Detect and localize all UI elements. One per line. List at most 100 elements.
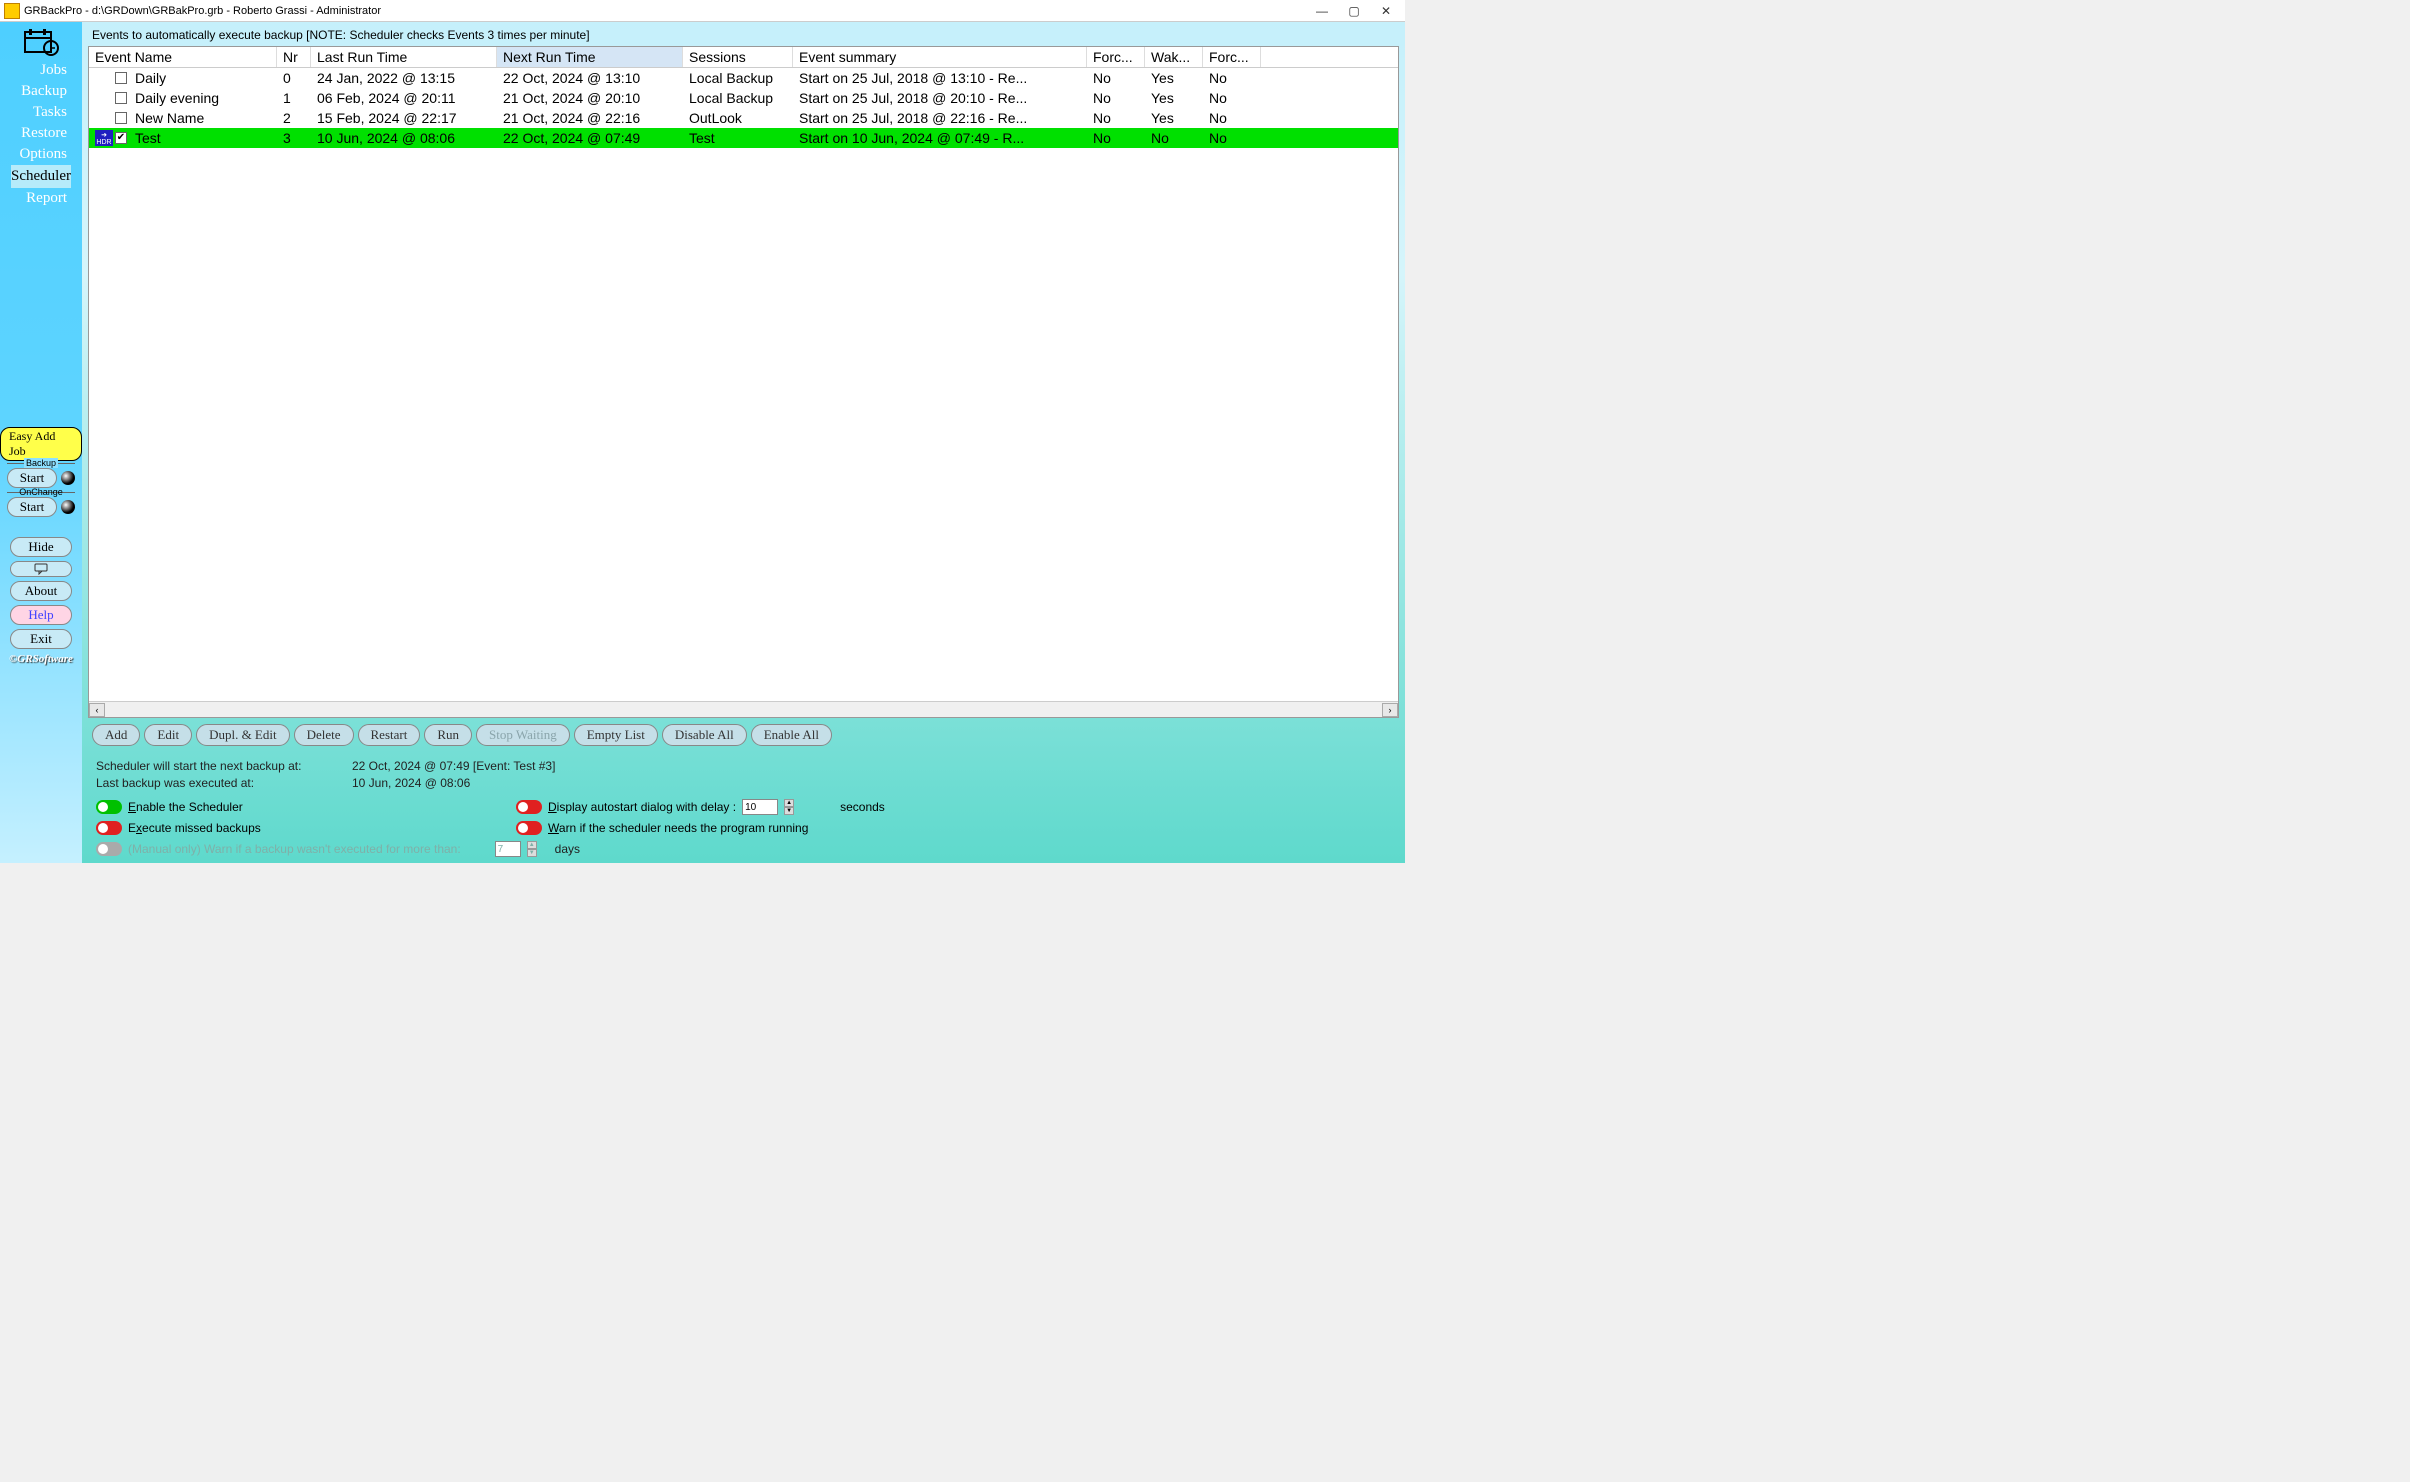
cell-nr: 3 xyxy=(277,130,311,146)
cell-forc1: No xyxy=(1087,70,1145,86)
empty-list-button[interactable]: Empty List xyxy=(574,724,658,746)
row-checkbox[interactable] xyxy=(115,72,127,84)
warn-running-toggle[interactable] xyxy=(516,821,542,835)
nav-options[interactable]: Options xyxy=(11,144,71,165)
cell-name: ➜HDR✔Test xyxy=(89,130,277,146)
exit-button[interactable]: Exit xyxy=(10,629,72,649)
days-down-button[interactable]: ▼ xyxy=(527,849,537,857)
warn-running-option[interactable]: Warn if the scheduler needs the program … xyxy=(516,821,1391,835)
stop-waiting-button[interactable]: Stop Waiting xyxy=(476,724,570,746)
col-sessions[interactable]: Sessions xyxy=(683,47,793,67)
warn-running-label: Warn if the scheduler needs the program … xyxy=(548,821,808,835)
row-checkbox[interactable] xyxy=(115,112,127,124)
cell-summary: Start on 25 Jul, 2018 @ 22:16 - Re... xyxy=(793,110,1087,126)
status-info: Scheduler will start the next backup at:… xyxy=(88,752,1399,797)
col-last-run[interactable]: Last Run Time xyxy=(311,47,497,67)
row-checkbox[interactable]: ✔ xyxy=(115,132,127,144)
easy-add-job-button[interactable]: Easy Add Job xyxy=(0,427,82,461)
help-button[interactable]: Help xyxy=(10,605,72,625)
col-event-name[interactable]: Event Name xyxy=(89,47,277,67)
restart-button[interactable]: Restart xyxy=(358,724,421,746)
autostart-toggle[interactable] xyxy=(516,800,542,814)
add-button[interactable]: Add xyxy=(92,724,140,746)
cell-nr: 2 xyxy=(277,110,311,126)
delete-button[interactable]: Delete xyxy=(294,724,354,746)
backup-start-button[interactable]: Start xyxy=(7,468,58,488)
maximize-button[interactable]: ▢ xyxy=(1339,2,1369,20)
row-checkbox[interactable] xyxy=(115,92,127,104)
enable-all-button[interactable]: Enable All xyxy=(751,724,832,746)
autostart-delay-input[interactable]: 10 xyxy=(742,799,778,815)
cell-forc1: No xyxy=(1087,130,1145,146)
nav-backup[interactable]: Backup xyxy=(11,81,71,102)
warn-manual-label: (Manual only) Warn if a backup wasn't ex… xyxy=(128,842,461,856)
cell-last: 10 Jun, 2024 @ 08:06 xyxy=(311,130,497,146)
col-summary[interactable]: Event summary xyxy=(793,47,1087,67)
enable-scheduler-toggle[interactable] xyxy=(96,800,122,814)
hide-button[interactable]: Hide xyxy=(10,537,72,557)
delay-down-button[interactable]: ▼ xyxy=(784,807,794,815)
cell-next: 22 Oct, 2024 @ 13:10 xyxy=(497,70,683,86)
missed-backups-toggle[interactable] xyxy=(96,821,122,835)
calendar-clock-icon xyxy=(17,26,65,58)
horizontal-scrollbar[interactable]: ‹ › xyxy=(89,701,1398,717)
close-button[interactable]: ✕ xyxy=(1371,2,1401,20)
onchange-start-button[interactable]: Start xyxy=(7,497,58,517)
cell-wake: Yes xyxy=(1145,110,1203,126)
enable-scheduler-label: Enable the Scheduler xyxy=(128,800,243,814)
cell-name: New Name xyxy=(89,110,277,126)
warn-manual-option: (Manual only) Warn if a backup wasn't ex… xyxy=(96,841,1391,857)
last-backup-value: 10 Jun, 2024 @ 08:06 xyxy=(352,776,470,790)
nav-restore[interactable]: Restore xyxy=(11,123,71,144)
table-row[interactable]: Daily024 Jan, 2022 @ 13:1522 Oct, 2024 @… xyxy=(89,68,1398,88)
minimize-button[interactable]: — xyxy=(1307,2,1337,20)
col-next-run[interactable]: Next Run Time xyxy=(497,47,683,67)
days-label: days xyxy=(555,842,580,856)
cell-summary: Start on 25 Jul, 2018 @ 13:10 - Re... xyxy=(793,70,1087,86)
cell-name: Daily xyxy=(89,70,277,86)
autostart-option[interactable]: Display autostart dialog with delay : 10… xyxy=(516,799,1391,815)
scroll-left-button[interactable]: ‹ xyxy=(89,703,105,717)
cell-forc2: No xyxy=(1203,90,1261,106)
nav-report[interactable]: Report xyxy=(11,188,71,209)
cell-wake: Yes xyxy=(1145,90,1203,106)
dupl-edit-button[interactable]: Dupl. & Edit xyxy=(196,724,290,746)
next-backup-label: Scheduler will start the next backup at: xyxy=(96,759,352,773)
onchange-section-label: OnChange xyxy=(17,487,65,497)
tooltip-button[interactable] xyxy=(10,561,72,577)
app-icon xyxy=(4,3,20,19)
table-row[interactable]: ➜HDR✔Test310 Jun, 2024 @ 08:0622 Oct, 20… xyxy=(89,128,1398,148)
disable-all-button[interactable]: Disable All xyxy=(662,724,747,746)
days-up-button[interactable]: ▲ xyxy=(527,841,537,849)
cell-last: 24 Jan, 2022 @ 13:15 xyxy=(311,70,497,86)
nav-scheduler[interactable]: Scheduler xyxy=(11,165,71,188)
col-forc1[interactable]: Forc... xyxy=(1087,47,1145,67)
nav-jobs[interactable]: Jobs xyxy=(11,60,71,81)
edit-button[interactable]: Edit xyxy=(144,724,192,746)
table-row[interactable]: Daily evening106 Feb, 2024 @ 20:1121 Oct… xyxy=(89,88,1398,108)
cell-sessions: Local Backup xyxy=(683,90,793,106)
scroll-right-button[interactable]: › xyxy=(1382,703,1398,717)
missed-backups-option[interactable]: Execute missed backups xyxy=(96,821,516,835)
enable-scheduler-option[interactable]: Enable the Scheduler xyxy=(96,799,516,815)
backup-section-label: Backup xyxy=(24,458,58,468)
content-area: Events to automatically execute backup [… xyxy=(82,22,1405,863)
next-backup-value: 22 Oct, 2024 @ 07:49 [Event: Test #3] xyxy=(352,759,555,773)
col-nr[interactable]: Nr xyxy=(277,47,311,67)
run-button[interactable]: Run xyxy=(424,724,472,746)
days-input[interactable]: 7 xyxy=(495,841,521,857)
cell-forc2: No xyxy=(1203,70,1261,86)
delay-up-button[interactable]: ▲ xyxy=(784,799,794,807)
autostart-label: Display autostart dialog with delay : xyxy=(548,800,736,814)
nav-tasks[interactable]: Tasks xyxy=(11,102,71,123)
table-header-row: Event Name Nr Last Run Time Next Run Tim… xyxy=(89,47,1398,68)
col-wake[interactable]: Wak... xyxy=(1145,47,1203,67)
cell-wake: No xyxy=(1145,130,1203,146)
hdr-icon: ➜HDR xyxy=(95,130,113,146)
cell-forc1: No xyxy=(1087,110,1145,126)
col-forc2[interactable]: Forc... xyxy=(1203,47,1261,67)
cell-forc2: No xyxy=(1203,130,1261,146)
cell-sessions: Local Backup xyxy=(683,70,793,86)
about-button[interactable]: About xyxy=(10,581,72,601)
table-row[interactable]: New Name215 Feb, 2024 @ 22:1721 Oct, 202… xyxy=(89,108,1398,128)
